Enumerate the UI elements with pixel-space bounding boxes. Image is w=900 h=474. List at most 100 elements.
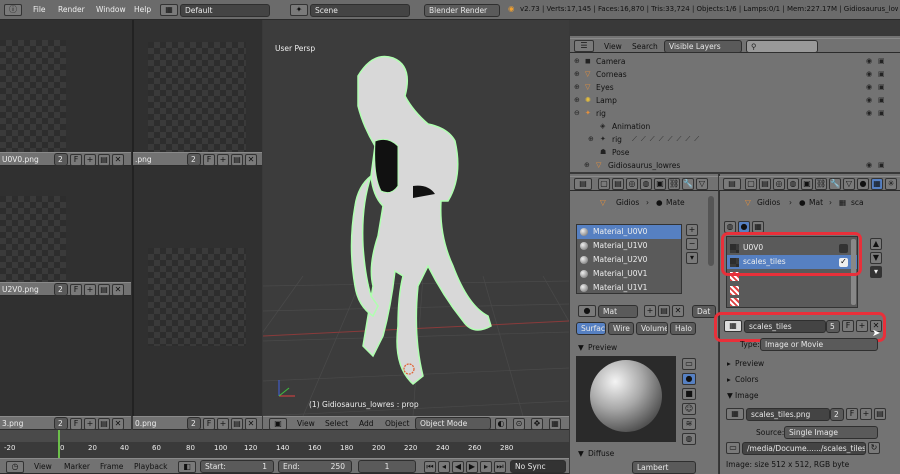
sync-mode-dropdown[interactable]: No Sync (510, 460, 566, 473)
panel-collapse-icon[interactable]: ▼ (727, 391, 733, 400)
menu-object[interactable]: Object (385, 419, 409, 428)
editor-type-3d-icon[interactable]: ▣ (269, 418, 287, 430)
new-image-icon[interactable]: + (217, 418, 229, 430)
menu-view[interactable]: View (34, 462, 52, 471)
jump-start-icon[interactable]: ⏮ (424, 461, 436, 473)
context-particles-icon[interactable]: ✳ (885, 178, 897, 190)
context-render-icon[interactable]: ▢ (745, 178, 757, 190)
render-engine-dropdown[interactable]: Blender Render (424, 4, 500, 17)
expand-icon[interactable]: ⊕ (588, 135, 594, 143)
context-layers-icon[interactable]: ▤ (612, 178, 624, 190)
visibility-eye-icon[interactable]: ◉ (866, 161, 872, 169)
outliner-item-label[interactable]: rig (612, 135, 622, 144)
tab-halo[interactable]: Halo (670, 322, 696, 335)
menu-add[interactable]: Add (359, 419, 374, 428)
open-image-icon[interactable]: ▤ (231, 418, 243, 430)
properties-scrollbar[interactable] (708, 196, 714, 266)
folder-icon[interactable]: ▭ (726, 442, 740, 454)
unlink-image-icon[interactable]: ✕ (112, 418, 124, 430)
outliner-item-label[interactable]: Lamp (596, 96, 617, 105)
outliner-row[interactable]: ☗ Pose (570, 147, 892, 160)
render-icon[interactable]: ▣ (878, 57, 885, 65)
context-modifiers-icon[interactable]: 🔧 (829, 178, 841, 190)
scene-selector[interactable]: Scene (310, 4, 410, 17)
editor-type-properties-icon[interactable]: ▤ (574, 178, 592, 190)
preview-type-monkey-icon[interactable]: ☺ (682, 403, 696, 415)
context-constraints-icon[interactable]: ⛓ (668, 178, 680, 190)
context-material-icon[interactable]: ● (857, 178, 869, 190)
menu-marker[interactable]: Marker (64, 462, 90, 471)
add-material-slot-icon[interactable]: + (686, 224, 698, 236)
colors-section[interactable]: Colors (735, 375, 759, 384)
image-filepath-field[interactable]: /media/Docume....../scales_tiles.png (742, 442, 866, 455)
image-name[interactable]: U2V0.png (2, 285, 39, 294)
layout-icon[interactable]: ▦ (160, 4, 178, 16)
material-slot-selected[interactable]: Material_U0V0 (577, 225, 681, 239)
editor-type-timeline-icon[interactable]: ◷ (6, 461, 24, 473)
outliner-row[interactable]: ⊕ ▽ Eyes ◉ ▣ (570, 82, 892, 95)
context-layers-icon[interactable]: ▤ (759, 178, 771, 190)
unlink-image-icon[interactable]: ✕ (112, 154, 124, 166)
outliner-row[interactable]: ⊕ ◼ Camera ◉ ▣ (570, 56, 892, 69)
outliner-row[interactable]: ⊕ ✺ Lamp ◉ ▣ (570, 95, 892, 108)
render-icon[interactable]: ▣ (878, 109, 885, 117)
pivot-icon[interactable]: ⊙ (513, 418, 525, 430)
menu-frame[interactable]: Frame (100, 462, 123, 471)
texture-type-dropdown[interactable]: Image or Movie (760, 338, 878, 351)
preview-type-sphere-icon[interactable]: ● (682, 373, 696, 385)
breadcrumb-object[interactable]: Gidios (757, 198, 780, 207)
image-name[interactable]: U0V0.png (2, 155, 39, 164)
panel-collapse-icon[interactable]: ▼ (578, 343, 584, 352)
interaction-mode-dropdown[interactable]: Object Mode (415, 417, 491, 430)
render-icon[interactable]: ▣ (878, 161, 885, 169)
data-link-button[interactable]: Dat (692, 305, 716, 318)
new-image-icon[interactable]: + (217, 154, 229, 166)
context-texture-icon[interactable]: ▦ (871, 178, 883, 190)
texture-slot[interactable] (727, 297, 857, 307)
scene-icon[interactable]: ✦ (290, 4, 308, 16)
expand-icon[interactable]: ⊕ (584, 161, 590, 169)
context-scene-icon[interactable]: ◎ (773, 178, 785, 190)
new-image-icon[interactable]: + (84, 418, 96, 430)
outliner-item-label[interactable]: Animation (612, 122, 650, 131)
jump-end-icon[interactable]: ⏭ (494, 461, 506, 473)
menu-window[interactable]: Window (96, 5, 126, 14)
menu-help[interactable]: Help (134, 5, 151, 14)
outliner-item-label[interactable]: Pose (612, 148, 629, 157)
outliner-row[interactable]: ⊕ ✦ rig ⟋⟋⟋⟋⟋⟋⟋⟋ (570, 134, 892, 147)
panel-expand-icon[interactable]: ▸ (727, 375, 731, 384)
image-name[interactable]: 0.png (135, 419, 156, 428)
play-reverse-icon[interactable]: ◀ (452, 461, 464, 473)
open-image-icon[interactable]: ▤ (874, 408, 886, 420)
outliner-row[interactable]: ⊕ ▽ Corneas ◉ ▣ (570, 69, 892, 82)
jump-keyframe-forward-icon[interactable]: ▸ (480, 461, 492, 473)
material-browse-icon[interactable]: ● (578, 305, 596, 317)
menu-file[interactable]: File (33, 5, 46, 14)
menu-select[interactable]: Select (325, 419, 348, 428)
open-material-icon[interactable]: ▤ (658, 305, 670, 317)
texture-slot[interactable] (727, 283, 857, 297)
context-render-icon[interactable]: ▢ (598, 178, 610, 190)
open-image-icon[interactable]: ▤ (98, 284, 110, 296)
outliner-item-label[interactable]: rig (596, 109, 606, 118)
expand-icon[interactable]: ⊕ (574, 57, 580, 65)
image-name[interactable]: .png (135, 155, 152, 164)
image-name-field[interactable]: scales_tiles.png (746, 408, 830, 421)
context-world-icon[interactable]: ◍ (787, 178, 799, 190)
visibility-eye-icon[interactable]: ◉ (866, 96, 872, 104)
visibility-eye-icon[interactable]: ◉ (866, 70, 872, 78)
unlink-image-icon[interactable]: ✕ (245, 418, 257, 430)
panel-collapse-icon[interactable]: ▼ (578, 449, 584, 458)
context-object-icon[interactable]: ▣ (801, 178, 813, 190)
current-frame-field[interactable]: 1 (358, 460, 416, 473)
material-slot[interactable]: Material_U1V0 (577, 239, 681, 253)
layout-selector[interactable]: Default (180, 4, 270, 17)
context-modifiers-icon[interactable]: 🔧 (682, 178, 694, 190)
menu-render[interactable]: Render (58, 5, 85, 14)
preview-type-sky-icon[interactable]: ◍ (682, 433, 696, 445)
material-specials-icon[interactable]: ▾ (686, 252, 698, 264)
diffuse-section-title[interactable]: Diffuse (588, 449, 614, 458)
outliner-display-dropdown[interactable]: Visible Layers (664, 40, 742, 53)
menu-playback[interactable]: Playback (134, 462, 167, 471)
outliner-row[interactable]: ◈ Animation (570, 121, 892, 134)
